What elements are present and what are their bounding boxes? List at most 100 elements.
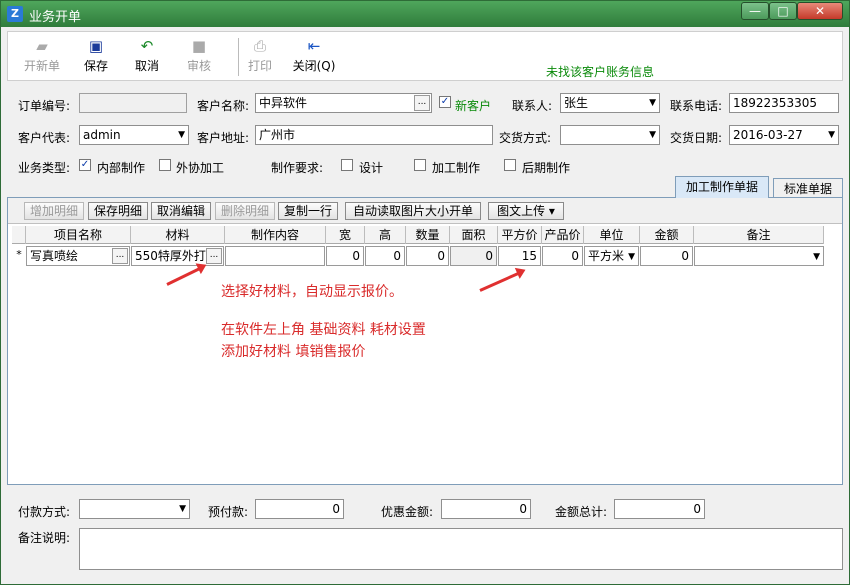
delivery-select[interactable]: ▼ <box>560 125 660 145</box>
order-no-field[interactable] <box>79 93 187 113</box>
post-label: 后期制作 <box>522 161 571 175</box>
upload-menu-button[interactable]: 图文上传 ▾ <box>488 202 564 220</box>
total-field[interactable]: 0 <box>614 499 705 519</box>
chevron-down-icon: ▼ <box>649 130 656 140</box>
height-cell[interactable]: 0 <box>365 246 405 266</box>
printer-icon: ⎙ <box>253 37 266 55</box>
processing-checkbox[interactable] <box>414 159 426 171</box>
app-logo-icon: Z <box>7 6 23 22</box>
customer-browse-button[interactable]: ... <box>414 95 430 111</box>
audit-label: 审核 <box>186 59 211 73</box>
copy-row-button[interactable]: 复制一行 <box>278 202 338 220</box>
print-label: 打印 <box>247 59 272 73</box>
outsource-label: 外协加工 <box>176 161 225 175</box>
qty-cell[interactable]: 0 <box>406 246 449 266</box>
auto-read-size-button[interactable]: 自动读取图片大小开单 <box>345 202 481 220</box>
new-order-label: 开新单 <box>23 59 60 73</box>
prepaid-field[interactable]: 0 <box>255 499 344 519</box>
contact-value: 张生 <box>564 96 589 110</box>
content-cell[interactable] <box>225 246 325 266</box>
cancel-button[interactable]: ↶ 取消 <box>121 36 173 74</box>
toolbar: ▰ 开新单 ▣ 保存 ↶ 取消 ■ 审核 ⎙ 打印 ⇤ 关闭(Q) 未找该客户账… <box>7 31 843 81</box>
delivery-label: 交货方式: <box>499 131 552 145</box>
prepaid-label: 预付款: <box>208 505 249 519</box>
req-label: 制作要求: <box>271 161 324 175</box>
memo-label: 备注说明: <box>18 531 71 545</box>
close-window-button[interactable]: ✕ <box>797 2 843 20</box>
unit-select[interactable]: 平方米 ▼ <box>584 246 639 266</box>
header-note[interactable]: 备注 <box>694 226 824 244</box>
title-bar[interactable]: Z 业务开单 — □ ✕ <box>1 1 849 27</box>
header-qty[interactable]: 数量 <box>406 226 450 244</box>
undo-icon: ↶ <box>140 37 154 55</box>
address-field[interactable]: 广州市 <box>255 125 493 145</box>
close-button[interactable]: ⇤ 关闭(Q) <box>288 36 340 74</box>
header-material[interactable]: 材料 <box>131 226 225 244</box>
header-area[interactable]: 面积 <box>450 226 498 244</box>
outsource-checkbox[interactable] <box>159 159 171 171</box>
rep-value: admin <box>83 128 121 142</box>
material-cell[interactable]: 550特厚外打布 ... <box>131 246 224 266</box>
tab-processing-order[interactable]: 加工制作单据 <box>675 176 769 198</box>
add-detail-button[interactable]: 增加明细 <box>24 202 84 220</box>
post-checkbox[interactable] <box>504 159 516 171</box>
window-title: 业务开单 <box>29 10 82 25</box>
header-sqprice[interactable]: 平方价 <box>498 226 542 244</box>
annotation-line3: 添加好材料 填销售报价 <box>221 344 366 360</box>
sqprice-cell[interactable]: 15 <box>498 246 541 266</box>
item-browse-button[interactable]: ... <box>112 248 128 264</box>
customer-value: 中异软件 <box>259 96 308 110</box>
phone-label: 联系电话: <box>670 99 723 113</box>
pay-label: 付款方式: <box>18 505 71 519</box>
note-select[interactable]: ▼ <box>694 246 824 266</box>
amount-cell[interactable]: 0 <box>640 246 693 266</box>
chevron-down-icon: ▼ <box>628 252 635 262</box>
discount-field[interactable]: 0 <box>441 499 531 519</box>
save-detail-button[interactable]: 保存明细 <box>88 202 148 220</box>
chevron-down-icon: ▼ <box>828 130 835 140</box>
header-unit[interactable]: 单位 <box>584 226 640 244</box>
minimize-button[interactable]: — <box>741 2 769 20</box>
header-prodprice[interactable]: 产品价 <box>542 226 584 244</box>
date-picker[interactable]: 2016-03-27 ▼ <box>729 125 839 145</box>
audit-button[interactable]: ■ 审核 <box>173 36 225 74</box>
audit-icon: ■ <box>191 37 207 55</box>
material-browse-button[interactable]: ... <box>206 248 222 264</box>
new-customer-checkbox[interactable]: ✓ <box>439 96 451 108</box>
header-height[interactable]: 高 <box>365 226 406 244</box>
chevron-down-icon: ▼ <box>178 130 185 140</box>
design-label: 设计 <box>359 161 384 175</box>
phone-field[interactable]: 18922353305 <box>729 93 839 113</box>
design-checkbox[interactable] <box>341 159 353 171</box>
header-content[interactable]: 制作内容 <box>225 226 326 244</box>
table-row[interactable]: * 写真喷绘 ... 550特厚外打布 ... 0 0 0 0 15 0 平方米… <box>12 245 824 267</box>
save-button[interactable]: ▣ 保存 <box>70 36 122 74</box>
item-value: 写真喷绘 <box>30 249 79 263</box>
exit-arrow-icon: ⇤ <box>307 37 321 55</box>
rep-select[interactable]: admin ▼ <box>79 125 189 145</box>
cancel-edit-button[interactable]: 取消编辑 <box>151 202 211 220</box>
header-width[interactable]: 宽 <box>326 226 365 244</box>
customer-field[interactable]: 中异软件 ... <box>255 93 432 113</box>
close-label: 关闭(Q) <box>292 59 336 73</box>
processing-label: 加工制作 <box>432 161 481 175</box>
new-order-button[interactable]: ▰ 开新单 <box>16 36 68 74</box>
memo-textarea[interactable] <box>79 528 843 570</box>
contact-select[interactable]: 张生 ▼ <box>560 93 660 113</box>
print-button[interactable]: ⎙ 打印 <box>234 36 286 74</box>
delete-detail-button[interactable]: 删除明细 <box>215 202 275 220</box>
item-cell[interactable]: 写真喷绘 ... <box>26 246 130 266</box>
prodprice-cell[interactable]: 0 <box>542 246 583 266</box>
new-customer-label: 新客户 <box>455 99 492 113</box>
width-cell[interactable]: 0 <box>326 246 364 266</box>
rep-label: 客户代表: <box>18 131 71 145</box>
internal-checkbox[interactable]: ✓ <box>79 159 91 171</box>
header-item[interactable]: 项目名称 <box>26 226 131 244</box>
contact-label: 联系人: <box>512 99 553 113</box>
pay-method-select[interactable]: ▼ <box>79 499 190 519</box>
annotation-line1: 选择好材料，自动显示报价。 <box>221 284 403 300</box>
chevron-down-icon: ▼ <box>649 98 656 108</box>
header-amount[interactable]: 金额 <box>640 226 694 244</box>
header-marker <box>12 226 26 244</box>
maximize-button[interactable]: □ <box>769 2 797 20</box>
